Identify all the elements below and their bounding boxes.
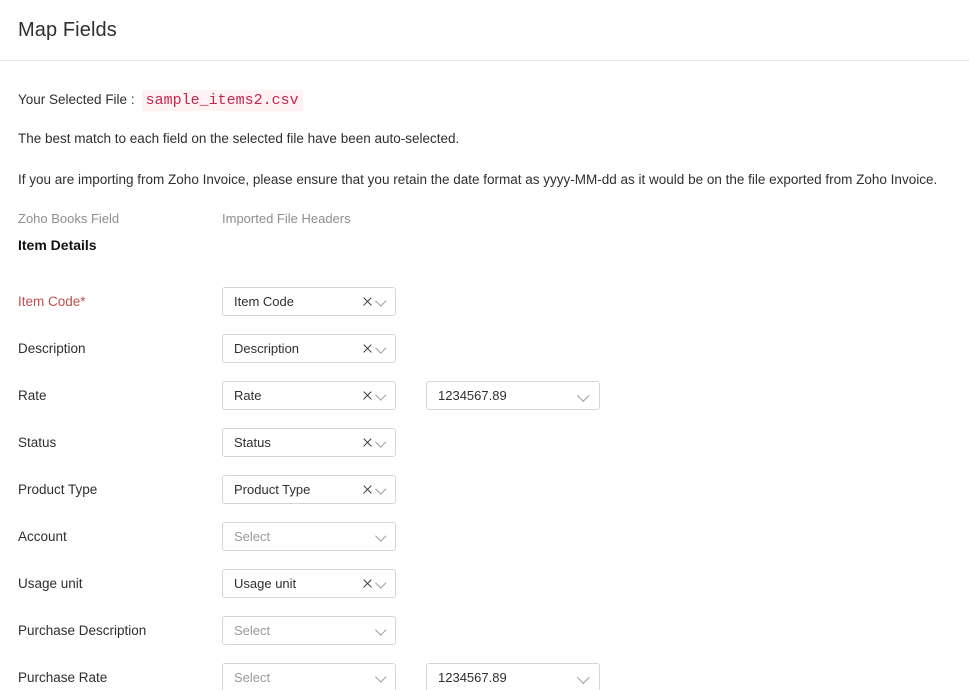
field-mapping-row: Purchase Description Select	[0, 614, 969, 661]
number-format-select-value: 1234567.89	[427, 388, 579, 403]
close-icon[interactable]	[362, 484, 373, 495]
close-icon[interactable]	[362, 437, 373, 448]
column-header-zoho-books-field: Zoho Books Field	[18, 211, 119, 226]
field-label: Item Code*	[18, 294, 86, 309]
number-format-select[interactable]: 1234567.89	[426, 381, 600, 410]
page-header: Map Fields	[0, 0, 969, 61]
field-mapping-row: Purchase Rate Select 1234567.89	[0, 661, 969, 690]
field-label: Account	[18, 529, 67, 544]
chevron-down-icon[interactable]	[579, 673, 590, 682]
field-label: Usage unit	[18, 576, 83, 591]
chevron-down-icon[interactable]	[377, 673, 386, 682]
field-label: Purchase Description	[18, 623, 146, 638]
imported-header-select[interactable]: Rate	[222, 381, 396, 410]
field-label: Description	[18, 341, 86, 356]
select-icons	[377, 626, 395, 635]
imported-header-select[interactable]: Status	[222, 428, 396, 457]
close-icon[interactable]	[362, 343, 373, 354]
imported-header-select-value: Product Type	[223, 482, 362, 497]
chevron-down-icon[interactable]	[377, 438, 386, 447]
select-icons	[362, 343, 395, 354]
field-mapping-row: Product Type Product Type	[0, 473, 969, 520]
field-label: Purchase Rate	[18, 670, 107, 685]
select-icons	[579, 391, 599, 400]
imported-header-select[interactable]: Usage unit	[222, 569, 396, 598]
select-icons	[362, 437, 395, 448]
field-mapping-row: Description Description	[0, 332, 969, 379]
selected-file-label: Your Selected File :	[18, 92, 135, 107]
select-icons	[579, 673, 599, 682]
imported-header-select[interactable]: Select	[222, 616, 396, 645]
imported-header-select-value: Select	[223, 623, 377, 638]
chevron-down-icon[interactable]	[377, 532, 386, 541]
chevron-down-icon[interactable]	[377, 391, 386, 400]
select-icons	[377, 532, 395, 541]
chevron-down-icon[interactable]	[377, 579, 386, 588]
chevron-down-icon[interactable]	[579, 391, 590, 400]
number-format-select-value: 1234567.89	[427, 670, 579, 685]
imported-header-select-value: Select	[223, 670, 377, 685]
select-icons	[362, 484, 395, 495]
field-mapping-row: Usage unit Usage unit	[0, 567, 969, 614]
chevron-down-icon[interactable]	[377, 297, 386, 306]
imported-header-select[interactable]: Item Code	[222, 287, 396, 316]
field-label: Status	[18, 435, 56, 450]
select-icons	[377, 673, 395, 682]
field-label: Product Type	[18, 482, 97, 497]
selected-file-name: sample_items2.csv	[142, 90, 303, 111]
close-icon[interactable]	[362, 296, 373, 307]
date-format-note: If you are importing from Zoho Invoice, …	[18, 172, 937, 187]
imported-header-select-value: Item Code	[223, 294, 362, 309]
chevron-down-icon[interactable]	[377, 626, 386, 635]
field-label: Rate	[18, 388, 47, 403]
select-icons	[362, 296, 395, 307]
imported-header-select[interactable]: Product Type	[222, 475, 396, 504]
select-icons	[362, 578, 395, 589]
imported-header-select-value: Description	[223, 341, 362, 356]
field-mapping-row: Status Status	[0, 426, 969, 473]
field-mapping-row: Item Code* Item Code	[0, 285, 969, 332]
close-icon[interactable]	[362, 578, 373, 589]
imported-header-select-value: Select	[223, 529, 377, 544]
close-icon[interactable]	[362, 390, 373, 401]
field-mapping-row: Rate Rate 1234567.89	[0, 379, 969, 426]
select-icons	[362, 390, 395, 401]
map-fields-page: Map Fields Your Selected File : sample_i…	[0, 0, 969, 690]
section-title-item-details: Item Details	[18, 237, 97, 253]
imported-header-select-value: Rate	[223, 388, 362, 403]
column-header-imported-file-headers: Imported File Headers	[222, 211, 351, 226]
chevron-down-icon[interactable]	[377, 485, 386, 494]
page-title: Map Fields	[18, 19, 117, 42]
auto-select-note: The best match to each field on the sele…	[18, 131, 459, 146]
imported-header-select[interactable]: Select	[222, 522, 396, 551]
imported-header-select[interactable]: Select	[222, 663, 396, 690]
selected-file-line: Your Selected File : sample_items2.csv	[18, 90, 303, 111]
chevron-down-icon[interactable]	[377, 344, 386, 353]
number-format-select[interactable]: 1234567.89	[426, 663, 600, 690]
imported-header-select-value: Usage unit	[223, 576, 362, 591]
field-mapping-row: Account Select	[0, 520, 969, 567]
imported-header-select[interactable]: Description	[222, 334, 396, 363]
imported-header-select-value: Status	[223, 435, 362, 450]
